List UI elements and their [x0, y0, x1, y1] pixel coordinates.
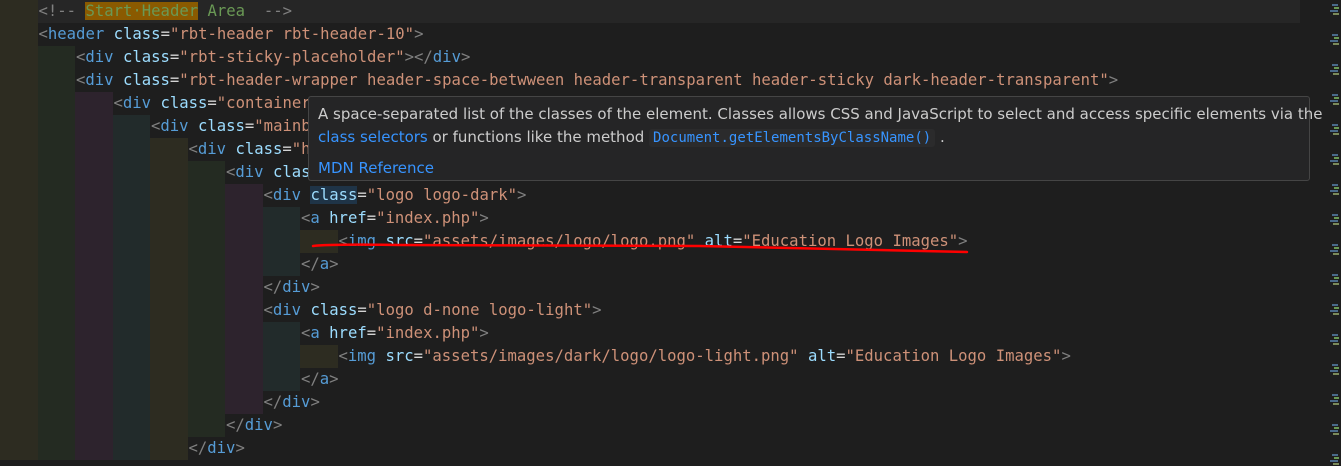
minimap-glyph: [1330, 334, 1340, 346]
minimap-glyph: [1330, 64, 1340, 76]
minimap-glyph: [1330, 184, 1340, 196]
minimap[interactable]: [1322, 0, 1341, 466]
minimap-glyph: [1330, 274, 1340, 286]
minimap-glyph: [1330, 244, 1340, 256]
minimap-glyph: [1330, 394, 1340, 406]
minimap-glyph: [1330, 214, 1340, 226]
minimap-glyph: [1330, 94, 1340, 106]
minimap-glyph: [1330, 34, 1340, 46]
minimap-glyph: [1330, 4, 1340, 16]
red-annotation-underline: [311, 243, 969, 254]
minimap-glyph: [1330, 154, 1340, 166]
minimap-glyph: [1330, 454, 1340, 466]
minimap-glyph: [1330, 364, 1340, 376]
minimap-glyph: [1330, 304, 1340, 316]
minimap-glyph: [1330, 424, 1340, 436]
minimap-glyph: [1330, 124, 1340, 136]
